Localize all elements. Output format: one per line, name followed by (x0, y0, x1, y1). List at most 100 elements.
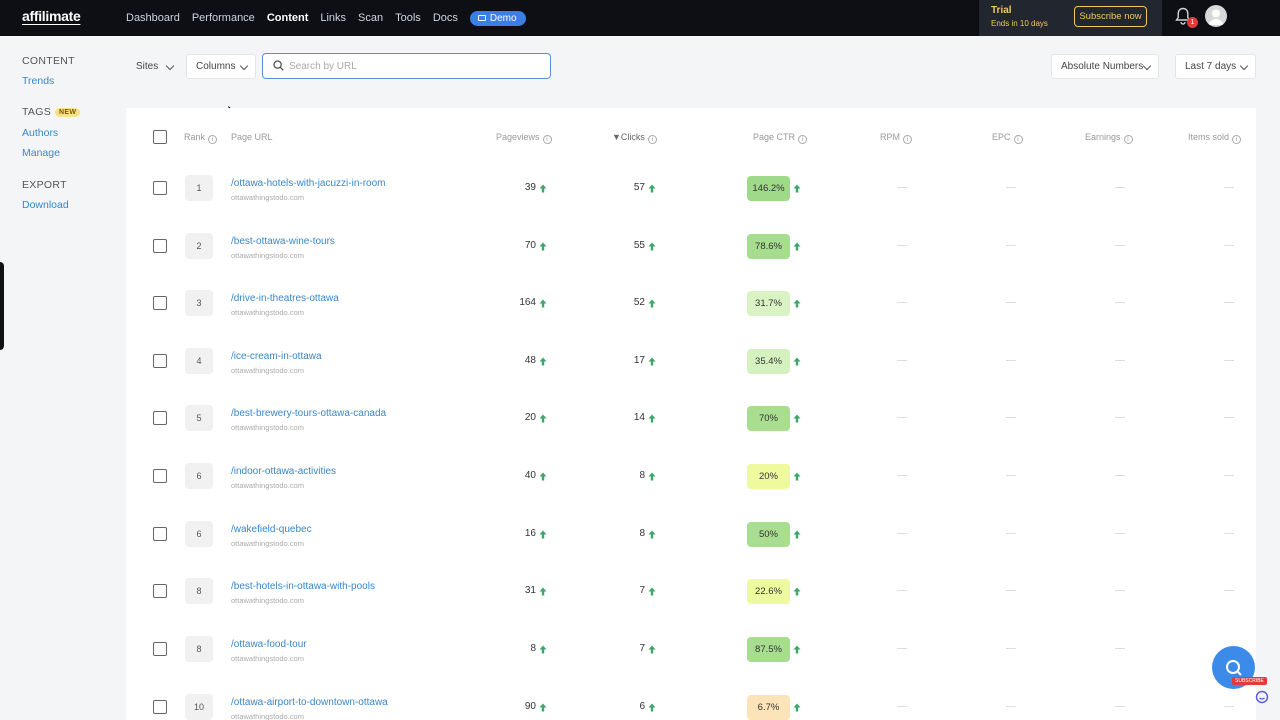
nav-docs[interactable]: Docs (433, 12, 458, 24)
date-range-dropdown[interactable]: Last 7 days (1175, 54, 1256, 79)
sites-label: Sites (136, 61, 159, 72)
page-url-link[interactable]: /wakefield-quebec (231, 524, 312, 535)
epc-empty (1006, 417, 1016, 418)
affilimate-logo[interactable]: affilimate (22, 8, 81, 24)
sidebar-item-download[interactable]: Download (22, 199, 69, 211)
nav-tools[interactable]: Tools (395, 12, 421, 24)
epc-empty (1006, 187, 1016, 188)
header-rpm[interactable]: RPM i (880, 132, 912, 144)
page-url-link[interactable]: /ottawa-food-tour (231, 639, 307, 650)
trend-up-icon (539, 703, 547, 712)
page-url-link[interactable]: /ice-cream-in-ottawa (231, 351, 322, 362)
notification-count-badge: 1 (1187, 17, 1198, 28)
earnings-empty (1115, 533, 1125, 534)
trend-up-icon (539, 530, 547, 539)
sidebar-item-manage[interactable]: Manage (22, 147, 60, 159)
trial-panel: Trial Ends in 10 days Subscribe now (979, 0, 1162, 36)
numbers-mode-label: Absolute Numbers (1061, 61, 1144, 72)
row-checkbox[interactable] (153, 469, 167, 483)
page-url-link[interactable]: /ottawa-airport-to-downtown-ottawa (231, 697, 388, 708)
header-rank[interactable]: Rank i (184, 132, 218, 144)
row-checkbox[interactable] (153, 411, 167, 425)
earnings-empty (1115, 245, 1125, 246)
page-domain: ottawathingstodo.com (231, 193, 304, 202)
items-sold-empty (1224, 533, 1234, 534)
nav-content[interactable]: Content (267, 12, 309, 24)
select-all-checkbox[interactable] (153, 130, 167, 144)
video-icon (477, 15, 486, 21)
header-rank-label: Rank (184, 132, 206, 142)
earnings-empty (1115, 706, 1125, 707)
rank-badge: 2 (185, 233, 213, 259)
row-checkbox[interactable] (153, 584, 167, 598)
clicks-value: 55 (633, 240, 645, 251)
epc-empty (1006, 302, 1016, 303)
window-edge (0, 262, 4, 350)
row-checkbox[interactable] (153, 296, 167, 310)
header-earnings[interactable]: Earnings i (1085, 132, 1133, 144)
header-epc[interactable]: EPC i (992, 132, 1023, 144)
sites-dropdown[interactable]: Sites (126, 54, 182, 79)
row-checkbox[interactable] (153, 239, 167, 253)
search-input[interactable] (289, 57, 539, 75)
chevron-down-icon (239, 61, 249, 71)
trend-up-icon (539, 357, 547, 366)
row-checkbox[interactable] (153, 700, 167, 714)
page-url-link[interactable]: /best-ottawa-wine-tours (231, 236, 335, 247)
header-pageviews-label: Pageviews (496, 132, 540, 142)
info-icon: i (208, 135, 218, 144)
page-ctr-badge: 78.6% (747, 234, 790, 259)
row-checkbox[interactable] (153, 642, 167, 656)
page-url-link[interactable]: /best-brewery-tours-ottawa-canada (231, 408, 386, 419)
trend-up-icon (539, 472, 547, 481)
nav-performance[interactable]: Performance (192, 12, 255, 24)
clicks-value: 7 (639, 585, 645, 596)
page-url-link[interactable]: /indoor-ottawa-activities (231, 466, 336, 477)
row-checkbox[interactable] (153, 527, 167, 541)
header-items-sold-label: Items sold (1188, 132, 1230, 142)
header-clicks[interactable]: ▼Clicks i (612, 132, 657, 144)
trend-up-icon (648, 587, 656, 596)
row-checkbox[interactable] (153, 354, 167, 368)
numbers-mode-dropdown[interactable]: Absolute Numbers (1051, 54, 1159, 79)
page-ctr-badge: 87.5% (747, 637, 790, 662)
columns-dropdown[interactable]: Columns (186, 54, 256, 79)
rpm-empty (897, 533, 907, 534)
row-checkbox[interactable] (153, 181, 167, 195)
page-url-link[interactable]: /ottawa-hotels-with-jacuzzi-in-room (231, 178, 386, 189)
info-icon: i (1232, 135, 1242, 144)
nav-dashboard[interactable]: Dashboard (126, 12, 180, 24)
header-page-ctr[interactable]: Page CTR i (753, 132, 808, 144)
page-ctr-badge: 20% (747, 464, 790, 489)
search-box[interactable] (262, 53, 551, 79)
page-ctr-badge: 22.6% (747, 579, 790, 604)
trend-up-icon (539, 645, 547, 654)
sidebar-heading-tags: TAGS NEW (22, 106, 81, 118)
subscribe-now-button[interactable]: Subscribe now (1074, 6, 1147, 27)
items-sold-empty (1224, 245, 1234, 246)
rpm-empty (897, 187, 907, 188)
rpm-empty (897, 706, 907, 707)
header-pageviews[interactable]: Pageviews i (496, 132, 552, 144)
demo-button[interactable]: Demo (469, 10, 526, 26)
page-url-link[interactable]: /drive-in-theatres-ottawa (231, 293, 339, 304)
header-page-ctr-label: Page CTR (753, 132, 796, 142)
header-rpm-label: RPM (880, 132, 900, 142)
chat-bubble-icon[interactable] (1255, 690, 1269, 704)
chevron-down-icon (1142, 61, 1152, 71)
pageviews-value: 40 (524, 470, 536, 481)
earnings-empty (1115, 475, 1125, 476)
header-page-url[interactable]: Page URL (231, 132, 273, 142)
user-avatar[interactable] (1205, 5, 1227, 27)
page-url-link[interactable]: /best-hotels-in-ottawa-with-pools (231, 581, 375, 592)
rank-badge: 6 (185, 463, 213, 489)
sidebar-item-trends[interactable]: Trends (22, 75, 54, 87)
nav-scan[interactable]: Scan (358, 12, 383, 24)
earnings-empty (1115, 648, 1125, 649)
header-items-sold[interactable]: Items sold i (1188, 132, 1242, 144)
earnings-empty (1115, 590, 1125, 591)
sidebar-item-authors[interactable]: Authors (22, 127, 58, 139)
pageviews-value: 39 (524, 182, 536, 193)
nav-links[interactable]: Links (320, 12, 346, 24)
items-sold-empty (1224, 302, 1234, 303)
